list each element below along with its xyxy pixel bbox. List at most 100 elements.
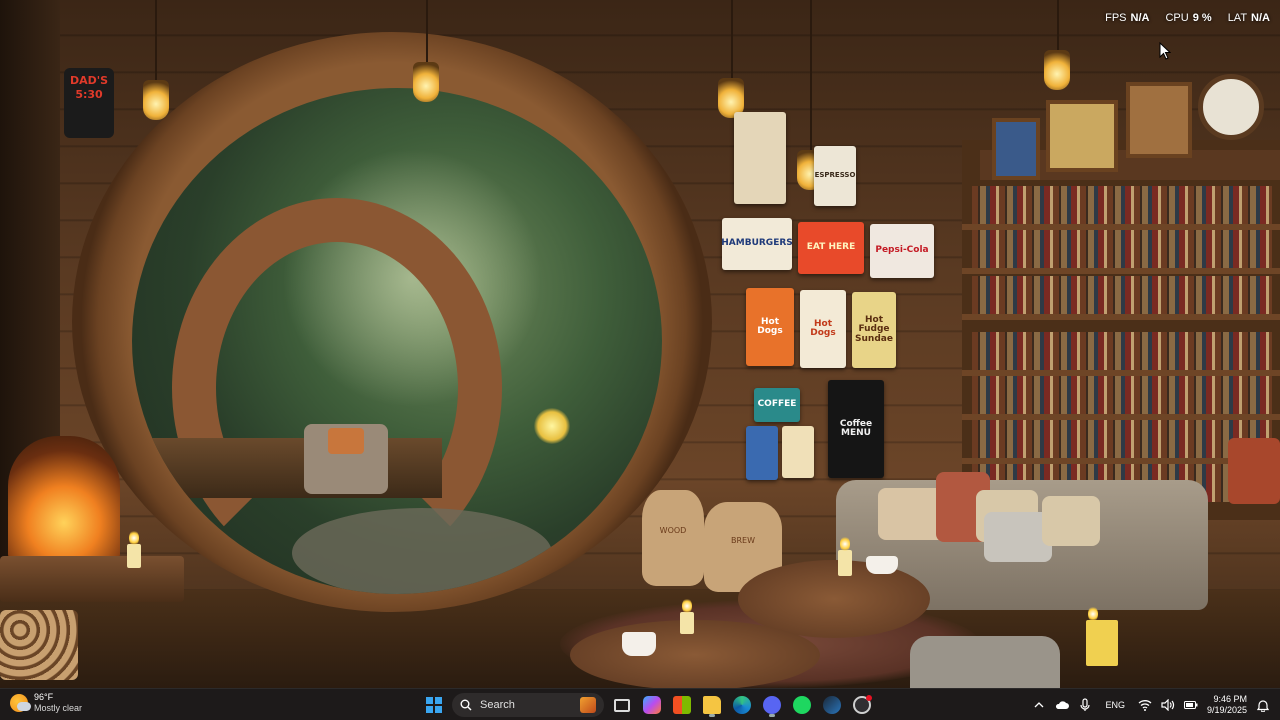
cpu-stat: CPU 9 %: [1165, 12, 1211, 24]
edge-icon: [733, 696, 751, 714]
book-row: [972, 420, 1272, 458]
clock-date: 9/19/2025: [1206, 705, 1247, 715]
outdoor-deck: [142, 438, 442, 498]
battery-icon: [1183, 701, 1198, 709]
windows-logo-icon: [426, 697, 442, 713]
lat-stat: LAT N/A: [1228, 12, 1270, 24]
fps-value: N/A: [1130, 12, 1150, 24]
show-hidden-icons-button[interactable]: [1032, 698, 1046, 712]
battery-button[interactable]: [1183, 698, 1198, 712]
weather-description: Mostly clear: [34, 703, 83, 713]
hanging-lamp: [1044, 50, 1070, 90]
notifications-button[interactable]: [1256, 698, 1270, 712]
book-row: [972, 186, 1272, 224]
lat-label: LAT: [1227, 12, 1248, 24]
search-highlight-icon: [580, 697, 596, 713]
spotify-icon: [793, 696, 811, 714]
poster-hot-fudge: Hot Fudge Sundae: [852, 292, 896, 368]
lamp-cord: [155, 0, 157, 80]
dads-sign: DAD'S 5:30: [64, 68, 114, 138]
candle: [127, 530, 141, 568]
performance-overlay: FPS N/A CPU 9 % LAT N/A: [1105, 12, 1270, 24]
sack-label: WOOD: [659, 526, 687, 535]
microphone-button[interactable]: [1078, 698, 1092, 712]
hanging-lamp: [413, 62, 439, 102]
clock-time: 9:46 PM: [1213, 694, 1247, 704]
lamp-cord: [731, 0, 733, 78]
chevron-up-icon: [1034, 702, 1044, 708]
lamp-cord: [1057, 0, 1059, 50]
obs-button[interactable]: [850, 693, 874, 717]
fps-stat: FPS N/A: [1105, 12, 1149, 24]
taskbar: 96°F Mostly clear Search ENG 9:46 PM 9/1…: [0, 688, 1280, 720]
weather-temperature: 96°F: [34, 692, 54, 702]
candle: [838, 536, 852, 576]
wall-clock: [1198, 74, 1264, 140]
copilot-icon: [643, 696, 661, 714]
poster-eat-here: EAT HERE: [798, 222, 864, 274]
microsoft-store-icon: [673, 696, 691, 714]
hanging-lamp: [143, 80, 169, 120]
fireplace: [8, 436, 120, 560]
book-row: [972, 276, 1272, 314]
poster-coffee: COFFEE: [754, 388, 800, 422]
running-indicator: [769, 714, 775, 717]
lat-value: N/A: [1251, 12, 1270, 24]
candle: [680, 598, 694, 634]
cpu-value: 9 %: [1192, 12, 1212, 24]
taskbar-search[interactable]: Search: [452, 693, 604, 717]
microphone-icon: [1080, 698, 1091, 711]
onedrive-button[interactable]: [1055, 698, 1070, 712]
cpu-label: CPU: [1165, 12, 1189, 24]
poster-hotdogs: Hot Dogs: [746, 288, 794, 366]
wall-calendar: [734, 112, 786, 204]
partly-cloudy-icon: [10, 694, 31, 712]
microsoft-store-button[interactable]: [670, 693, 694, 717]
copilot-button[interactable]: [640, 693, 664, 717]
coffee-cup: [622, 632, 656, 656]
shelf-board: [962, 268, 1280, 274]
task-view-button[interactable]: [610, 693, 634, 717]
retro-tv: [1228, 438, 1280, 504]
book-row: [972, 376, 1272, 414]
weather-text: 96°F Mostly clear: [34, 692, 82, 714]
shelf-board: [962, 314, 1280, 320]
language-indicator[interactable]: ENG: [1101, 700, 1129, 710]
book-row: [972, 332, 1272, 370]
picture-frame: [1126, 82, 1192, 158]
network-button[interactable]: [1138, 698, 1152, 712]
poster-hotdogs-2: Hot Dogs: [800, 290, 846, 368]
desktop-wallpaper: DAD'S 5:30 HAMBURGERS EAT HERE Pepsi-Col…: [0, 0, 1280, 688]
firewood-logs: [0, 610, 78, 680]
weather-widget[interactable]: 96°F Mostly clear: [10, 692, 82, 714]
speaker-icon: [1161, 699, 1175, 711]
chair-pillow: [328, 428, 364, 454]
search-label: Search: [480, 699, 515, 711]
edge-button[interactable]: [730, 693, 754, 717]
steam-icon: [823, 696, 841, 714]
file-explorer-button[interactable]: [700, 693, 724, 717]
discord-icon: [763, 696, 781, 714]
search-icon: [460, 699, 472, 711]
start-button[interactable]: [422, 693, 446, 717]
poster-ice-cream: [746, 426, 778, 480]
steam-button[interactable]: [820, 693, 844, 717]
glowing-orb: [534, 408, 570, 444]
fps-label: FPS: [1105, 12, 1127, 24]
wifi-icon: [1138, 700, 1152, 711]
spotify-button[interactable]: [790, 693, 814, 717]
book-row: [972, 230, 1272, 268]
front-table: [570, 620, 820, 688]
coffee-cup: [866, 556, 898, 574]
taskbar-clock[interactable]: 9:46 PM 9/19/2025: [1207, 694, 1247, 716]
volume-button[interactable]: [1161, 698, 1175, 712]
cloud-icon: [1056, 701, 1070, 709]
poster-espresso: ESPRESSO: [814, 146, 856, 206]
discord-button[interactable]: [760, 693, 784, 717]
armchair: [910, 636, 1060, 688]
candle-large: [1086, 606, 1118, 666]
bell-icon: [1257, 699, 1269, 712]
poster-pepsi: Pepsi-Cola: [870, 224, 934, 278]
poster-hamburgers: HAMBURGERS: [722, 218, 792, 270]
round-window-view: [132, 88, 662, 594]
